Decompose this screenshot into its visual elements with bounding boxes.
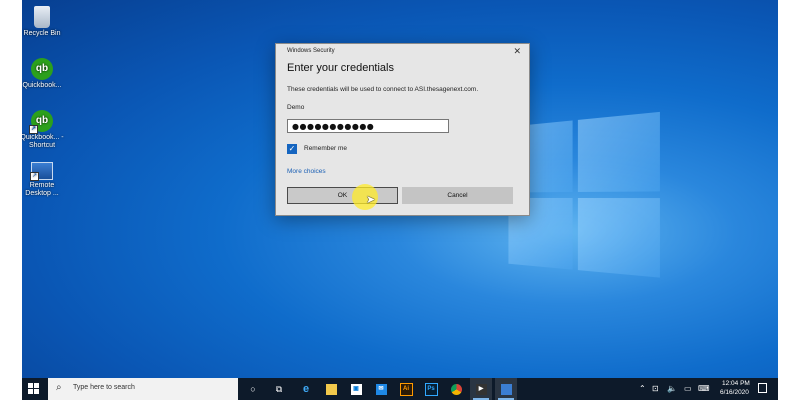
speaker-icon[interactable]: 🔈 [667, 384, 677, 393]
quickbooks-icon: qb [31, 58, 53, 80]
dialog-heading: Enter your credentials [287, 62, 394, 74]
clock-date[interactable]: 6/16/2020 [720, 389, 749, 396]
task-view-button[interactable]: ○ [242, 378, 264, 400]
windows-logo-wallpaper [508, 111, 660, 283]
cortana-circle-icon: ○ [250, 384, 256, 394]
remember-me-checkbox[interactable]: ✓ [287, 144, 297, 154]
desktop-icon-label: Quickbook... [22, 82, 62, 89]
credentials-dialog: Windows Security ✕ Enter your credential… [275, 43, 530, 216]
desktop-icon-label: Remote Desktop ... [25, 182, 59, 197]
close-icon[interactable]: ✕ [513, 46, 521, 57]
desktop: Recycle Bin qb Quickbook... qb ↗ Quickboo… [22, 0, 778, 400]
desktop-icon-label: Recycle Bin [23, 30, 61, 37]
mail-icon[interactable]: ✉ [370, 378, 392, 400]
taskbar: ⌕ Type here to search ○ ⧉ e ▣ ✉ Ai Ps ▶ … [22, 378, 778, 400]
search-icon: ⌕ [56, 382, 62, 393]
file-explorer-icon[interactable] [320, 378, 342, 400]
shortcut-arrow-icon: ↗ [29, 125, 38, 134]
desktop-icon-quickbooks-shortcut[interactable]: qb ↗ Quickbook... - Shortcut [22, 110, 66, 150]
illustrator-icon[interactable]: Ai [395, 378, 417, 400]
media-player-icon[interactable]: ▶ [470, 378, 492, 400]
notification-icon[interactable] [758, 383, 767, 393]
remote-desktop-icon: ↗ [30, 162, 53, 181]
chevron-up-icon[interactable]: ⌃ [639, 384, 646, 393]
store-icon[interactable]: ▣ [345, 378, 367, 400]
remember-me-label[interactable]: Remember me [304, 145, 347, 152]
desktop-icon-recycle-bin[interactable]: Recycle Bin [22, 6, 66, 38]
dialog-window-title: Windows Security [287, 48, 335, 54]
battery-icon[interactable]: ▭ [684, 384, 692, 393]
clock-time[interactable]: 12:04 PM [722, 380, 750, 387]
cancel-button[interactable]: Cancel [402, 187, 513, 204]
desktop-icon-quickbooks[interactable]: qb Quickbook... [22, 58, 66, 90]
remote-desktop-taskbar-icon[interactable] [495, 378, 517, 400]
password-field[interactable]: ●●●●●●●●●●● [287, 119, 449, 133]
username-label: Demo [287, 104, 305, 111]
shortcut-arrow-icon: ↗ [30, 172, 39, 181]
ok-button[interactable]: OK [287, 187, 398, 204]
mouse-pointer-icon: ➤ [366, 194, 376, 206]
chrome-icon[interactable] [445, 378, 467, 400]
search-placeholder: Type here to search [73, 384, 135, 391]
recycle-bin-icon [34, 6, 50, 28]
dialog-description: These credentials will be used to connec… [287, 86, 479, 93]
desktop-icon-label: Quickbook... - Shortcut [22, 134, 64, 149]
desktop-icon-remote-desktop[interactable]: ↗ Remote Desktop ... [22, 162, 66, 198]
task-view-icon[interactable]: ⧉ [268, 378, 290, 400]
quickbooks-shortcut-icon: qb ↗ [29, 110, 53, 134]
edge-icon[interactable]: e [295, 378, 317, 400]
keyboard-icon[interactable]: ⌨ [698, 384, 710, 393]
network-icon[interactable]: ⊡ [652, 384, 659, 393]
start-button[interactable] [28, 383, 40, 395]
photoshop-icon[interactable]: Ps [420, 378, 442, 400]
taskbar-search-box[interactable]: ⌕ Type here to search [48, 378, 238, 400]
more-choices-link[interactable]: More choices [287, 168, 326, 175]
